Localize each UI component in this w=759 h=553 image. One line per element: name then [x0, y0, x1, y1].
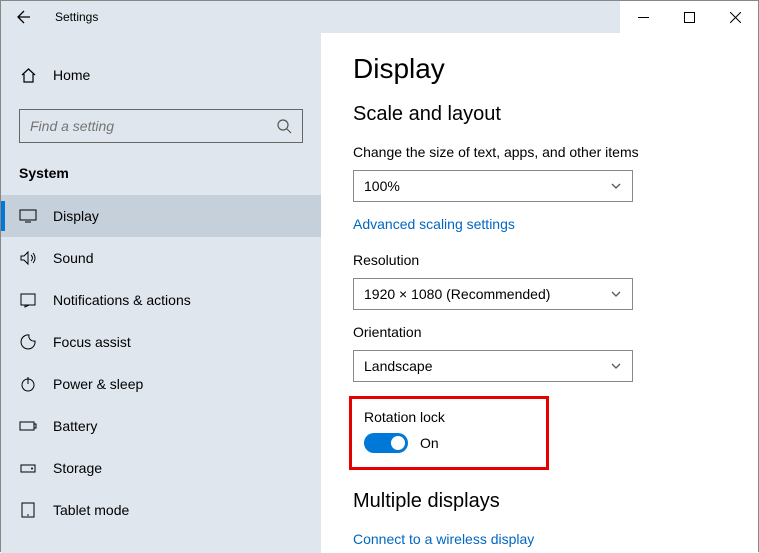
- sound-icon: [19, 249, 37, 267]
- chevron-down-icon: [610, 180, 622, 192]
- arrow-left-icon: [16, 9, 32, 25]
- advanced-scaling-link[interactable]: Advanced scaling settings: [353, 216, 758, 232]
- section-scale-layout: Scale and layout: [353, 103, 758, 126]
- sidebar-item-display[interactable]: Display: [1, 195, 321, 237]
- sidebar-item-storage[interactable]: Storage: [1, 447, 321, 489]
- scale-label: Change the size of text, apps, and other…: [353, 144, 758, 160]
- home-icon: [19, 67, 37, 84]
- rotation-lock-row: On: [364, 433, 534, 453]
- scale-select[interactable]: 100%: [353, 170, 633, 202]
- search-input[interactable]: [30, 118, 276, 134]
- connect-wireless-link[interactable]: Connect to a wireless display: [353, 531, 758, 547]
- rotation-lock-state: On: [420, 435, 439, 451]
- sidebar-item-battery[interactable]: Battery: [1, 405, 321, 447]
- resolution-value: 1920 × 1080 (Recommended): [364, 286, 550, 302]
- resolution-label: Resolution: [353, 252, 758, 268]
- rotation-lock-toggle[interactable]: [364, 433, 408, 453]
- content-container: Home System Display Sound Notifications …: [1, 33, 758, 553]
- notifications-icon: [19, 291, 37, 309]
- sidebar-item-notifications[interactable]: Notifications & actions: [1, 279, 321, 321]
- home-label: Home: [53, 67, 90, 83]
- window-title: Settings: [47, 10, 98, 24]
- sidebar-item-label: Sound: [53, 250, 93, 266]
- rotation-lock-highlight: Rotation lock On: [349, 396, 549, 470]
- orientation-select[interactable]: Landscape: [353, 350, 633, 382]
- home-nav[interactable]: Home: [1, 55, 321, 95]
- section-multiple-displays: Multiple displays: [353, 490, 758, 513]
- sidebar-item-label: Power & sleep: [53, 376, 143, 392]
- page-title: Display: [353, 53, 758, 85]
- scale-value: 100%: [364, 178, 400, 194]
- sidebar-item-sound[interactable]: Sound: [1, 237, 321, 279]
- sidebar-section-label: System: [1, 165, 321, 181]
- orientation-label: Orientation: [353, 324, 758, 340]
- back-button[interactable]: [1, 1, 47, 33]
- title-bar: Settings: [1, 1, 758, 33]
- sidebar-item-label: Storage: [53, 460, 102, 476]
- sidebar-item-label: Display: [53, 208, 99, 224]
- chevron-down-icon: [610, 360, 622, 372]
- storage-icon: [19, 459, 37, 477]
- display-icon: [19, 207, 37, 225]
- sidebar-item-label: Tablet mode: [53, 502, 129, 518]
- focus-assist-icon: [19, 333, 37, 351]
- search-icon: [276, 118, 292, 134]
- sidebar-item-tablet-mode[interactable]: Tablet mode: [1, 489, 321, 531]
- minimize-icon: [638, 12, 649, 23]
- sidebar-item-label: Battery: [53, 418, 97, 434]
- battery-icon: [19, 417, 37, 435]
- maximize-button[interactable]: [666, 1, 712, 33]
- main-panel: Display Scale and layout Change the size…: [321, 33, 758, 553]
- sidebar-item-focus-assist[interactable]: Focus assist: [1, 321, 321, 363]
- rotation-lock-label: Rotation lock: [364, 409, 534, 425]
- sidebar-item-label: Notifications & actions: [53, 292, 191, 308]
- minimize-button[interactable]: [620, 1, 666, 33]
- sidebar-item-power-sleep[interactable]: Power & sleep: [1, 363, 321, 405]
- close-icon: [730, 12, 741, 23]
- maximize-icon: [684, 12, 695, 23]
- close-button[interactable]: [712, 1, 758, 33]
- sidebar: Home System Display Sound Notifications …: [1, 33, 321, 553]
- resolution-select[interactable]: 1920 × 1080 (Recommended): [353, 278, 633, 310]
- tablet-icon: [19, 501, 37, 519]
- sidebar-item-label: Focus assist: [53, 334, 131, 350]
- window-controls: [620, 1, 758, 33]
- chevron-down-icon: [610, 288, 622, 300]
- power-icon: [19, 375, 37, 393]
- search-box[interactable]: [19, 109, 303, 143]
- orientation-value: Landscape: [364, 358, 433, 374]
